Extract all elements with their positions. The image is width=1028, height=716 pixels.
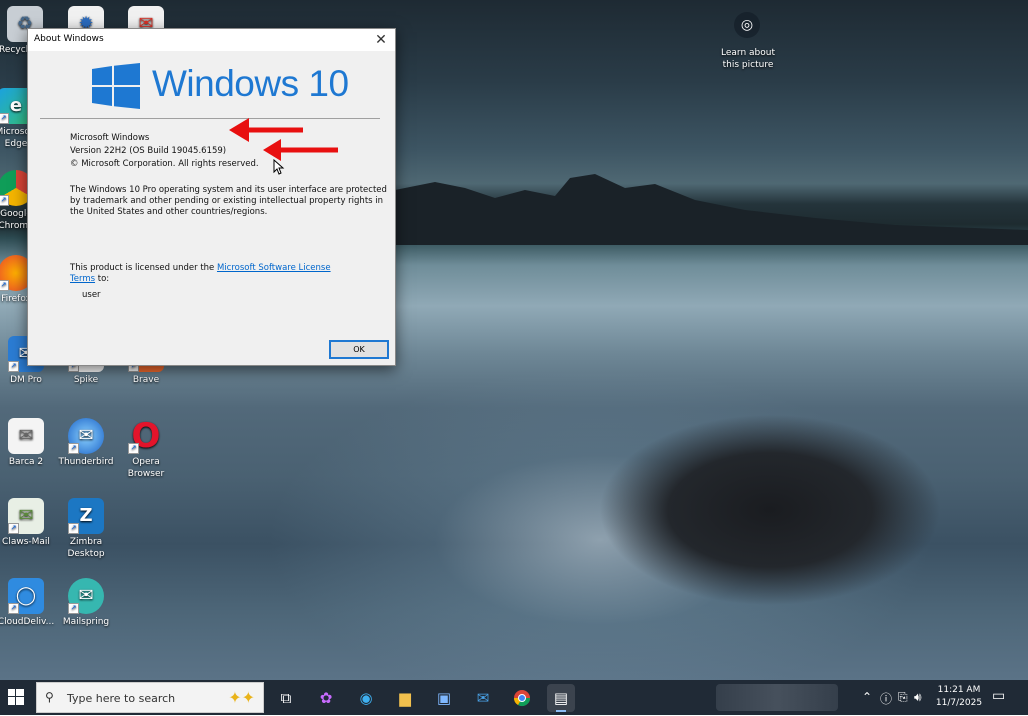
clock-date: 11/7/2025 — [935, 698, 983, 708]
edge-taskbar-icon[interactable]: ◉ — [352, 684, 380, 712]
clouddelivery-icon: ◯ ↗ — [8, 578, 44, 614]
description-line-3: the United States and other countries/re… — [70, 207, 268, 217]
copilot-tray-icon[interactable]: ⓘ — [880, 690, 892, 707]
copilot-icon[interactable]: ✿ — [312, 684, 340, 712]
clock-time: 11:21 AM — [937, 685, 981, 695]
license-text: This product is licensed under the Micro… — [70, 263, 331, 273]
search-icon: ⚲ — [45, 690, 54, 704]
about-windows-taskbar-icon[interactable]: ▤ — [547, 684, 575, 712]
desktop-icon-mailspring[interactable]: ✉ ↗ Mailspring — [56, 578, 116, 628]
file-explorer-icon[interactable]: ▆ — [391, 684, 419, 712]
desktop-icon-barca[interactable]: ✉ Barca 2 — [0, 418, 56, 468]
learn-about-picture-label[interactable]: Learn about this picture — [710, 47, 786, 71]
license-terms-link-2[interactable]: Terms — [70, 274, 95, 284]
desktop-icon-zimbra[interactable]: Z ↗ Zimbra Desktop — [56, 498, 116, 560]
ok-button[interactable]: OK — [329, 340, 389, 359]
windows-10-wordmark: Windows 10 — [152, 63, 349, 104]
license-text-line-2: Terms to: — [70, 274, 110, 284]
taskbar: ⚲ Type here to search ✦✦ ⧉ ✿ ◉ ▆ ▣ ✉ ▤ ⌃… — [0, 680, 1028, 715]
mail-icon[interactable]: ✉ — [469, 684, 497, 712]
product-name: Microsoft Windows — [70, 133, 150, 143]
notification-icon[interactable]: ▭ — [992, 688, 1005, 704]
thunderbird-icon: ✉ ↗ — [68, 418, 104, 454]
taskbar-search-box[interactable]: ⚲ Type here to search ✦✦ — [36, 682, 264, 713]
learn-about-picture-icon[interactable]: ◎ — [734, 12, 760, 38]
windows-logo-icon — [92, 63, 140, 109]
search-placeholder: Type here to search — [67, 692, 176, 705]
mouse-cursor-icon — [273, 159, 285, 175]
opera-icon: O ↗ — [128, 418, 164, 454]
dialog-titlebar[interactable]: About Windows ✕ — [28, 29, 395, 51]
desktop-icon-opera[interactable]: O ↗ Opera Browser — [116, 418, 176, 480]
speaker-icon[interactable]: 🔊︎ — [914, 690, 922, 705]
annotation-arrows — [229, 118, 338, 161]
chevron-up-icon[interactable]: ⌃ — [862, 690, 872, 704]
store-icon[interactable]: ▣ — [430, 684, 458, 712]
sparkle-icon: ✦✦ — [228, 688, 255, 707]
blurred-region — [716, 684, 838, 711]
licensed-user: user — [82, 290, 101, 300]
desktop-icon-clouddelivery[interactable]: ◯ ↗ CloudDeliv... — [0, 578, 56, 628]
version-text: Version 22H2 (OS Build 19045.6159) — [70, 146, 227, 156]
license-terms-link[interactable]: Microsoft Software License — [217, 263, 331, 273]
description-line-2: by trademark and other pending or existi… — [70, 196, 384, 206]
close-icon[interactable]: ✕ — [367, 29, 395, 51]
claws-mail-icon: ✉ ↗ — [8, 498, 44, 534]
system-clock[interactable]: 11:21 AM 11/7/2025 — [930, 684, 988, 710]
task-view-icon[interactable]: ⧉ — [272, 684, 300, 712]
desktop-icon-thunderbird[interactable]: ✉ ↗ Thunderbird — [56, 418, 116, 468]
description-line-1: The Windows 10 Pro operating system and … — [70, 185, 387, 195]
desktop-icon-claws-mail[interactable]: ✉ ↗ Claws-Mail — [0, 498, 56, 548]
dialog-title: About Windows — [34, 34, 104, 44]
about-windows-dialog: About Windows ✕ Windows 10 Microsoft Win… — [27, 28, 396, 366]
mailspring-icon: ✉ ↗ — [68, 578, 104, 614]
chrome-taskbar-icon[interactable] — [508, 684, 536, 712]
meet-now-icon[interactable]: ⎘ — [898, 690, 908, 705]
barca-icon: ✉ — [8, 418, 44, 454]
windows-start-icon[interactable] — [8, 689, 24, 705]
zimbra-icon: Z ↗ — [68, 498, 104, 534]
mountain-silhouette — [395, 174, 1028, 245]
